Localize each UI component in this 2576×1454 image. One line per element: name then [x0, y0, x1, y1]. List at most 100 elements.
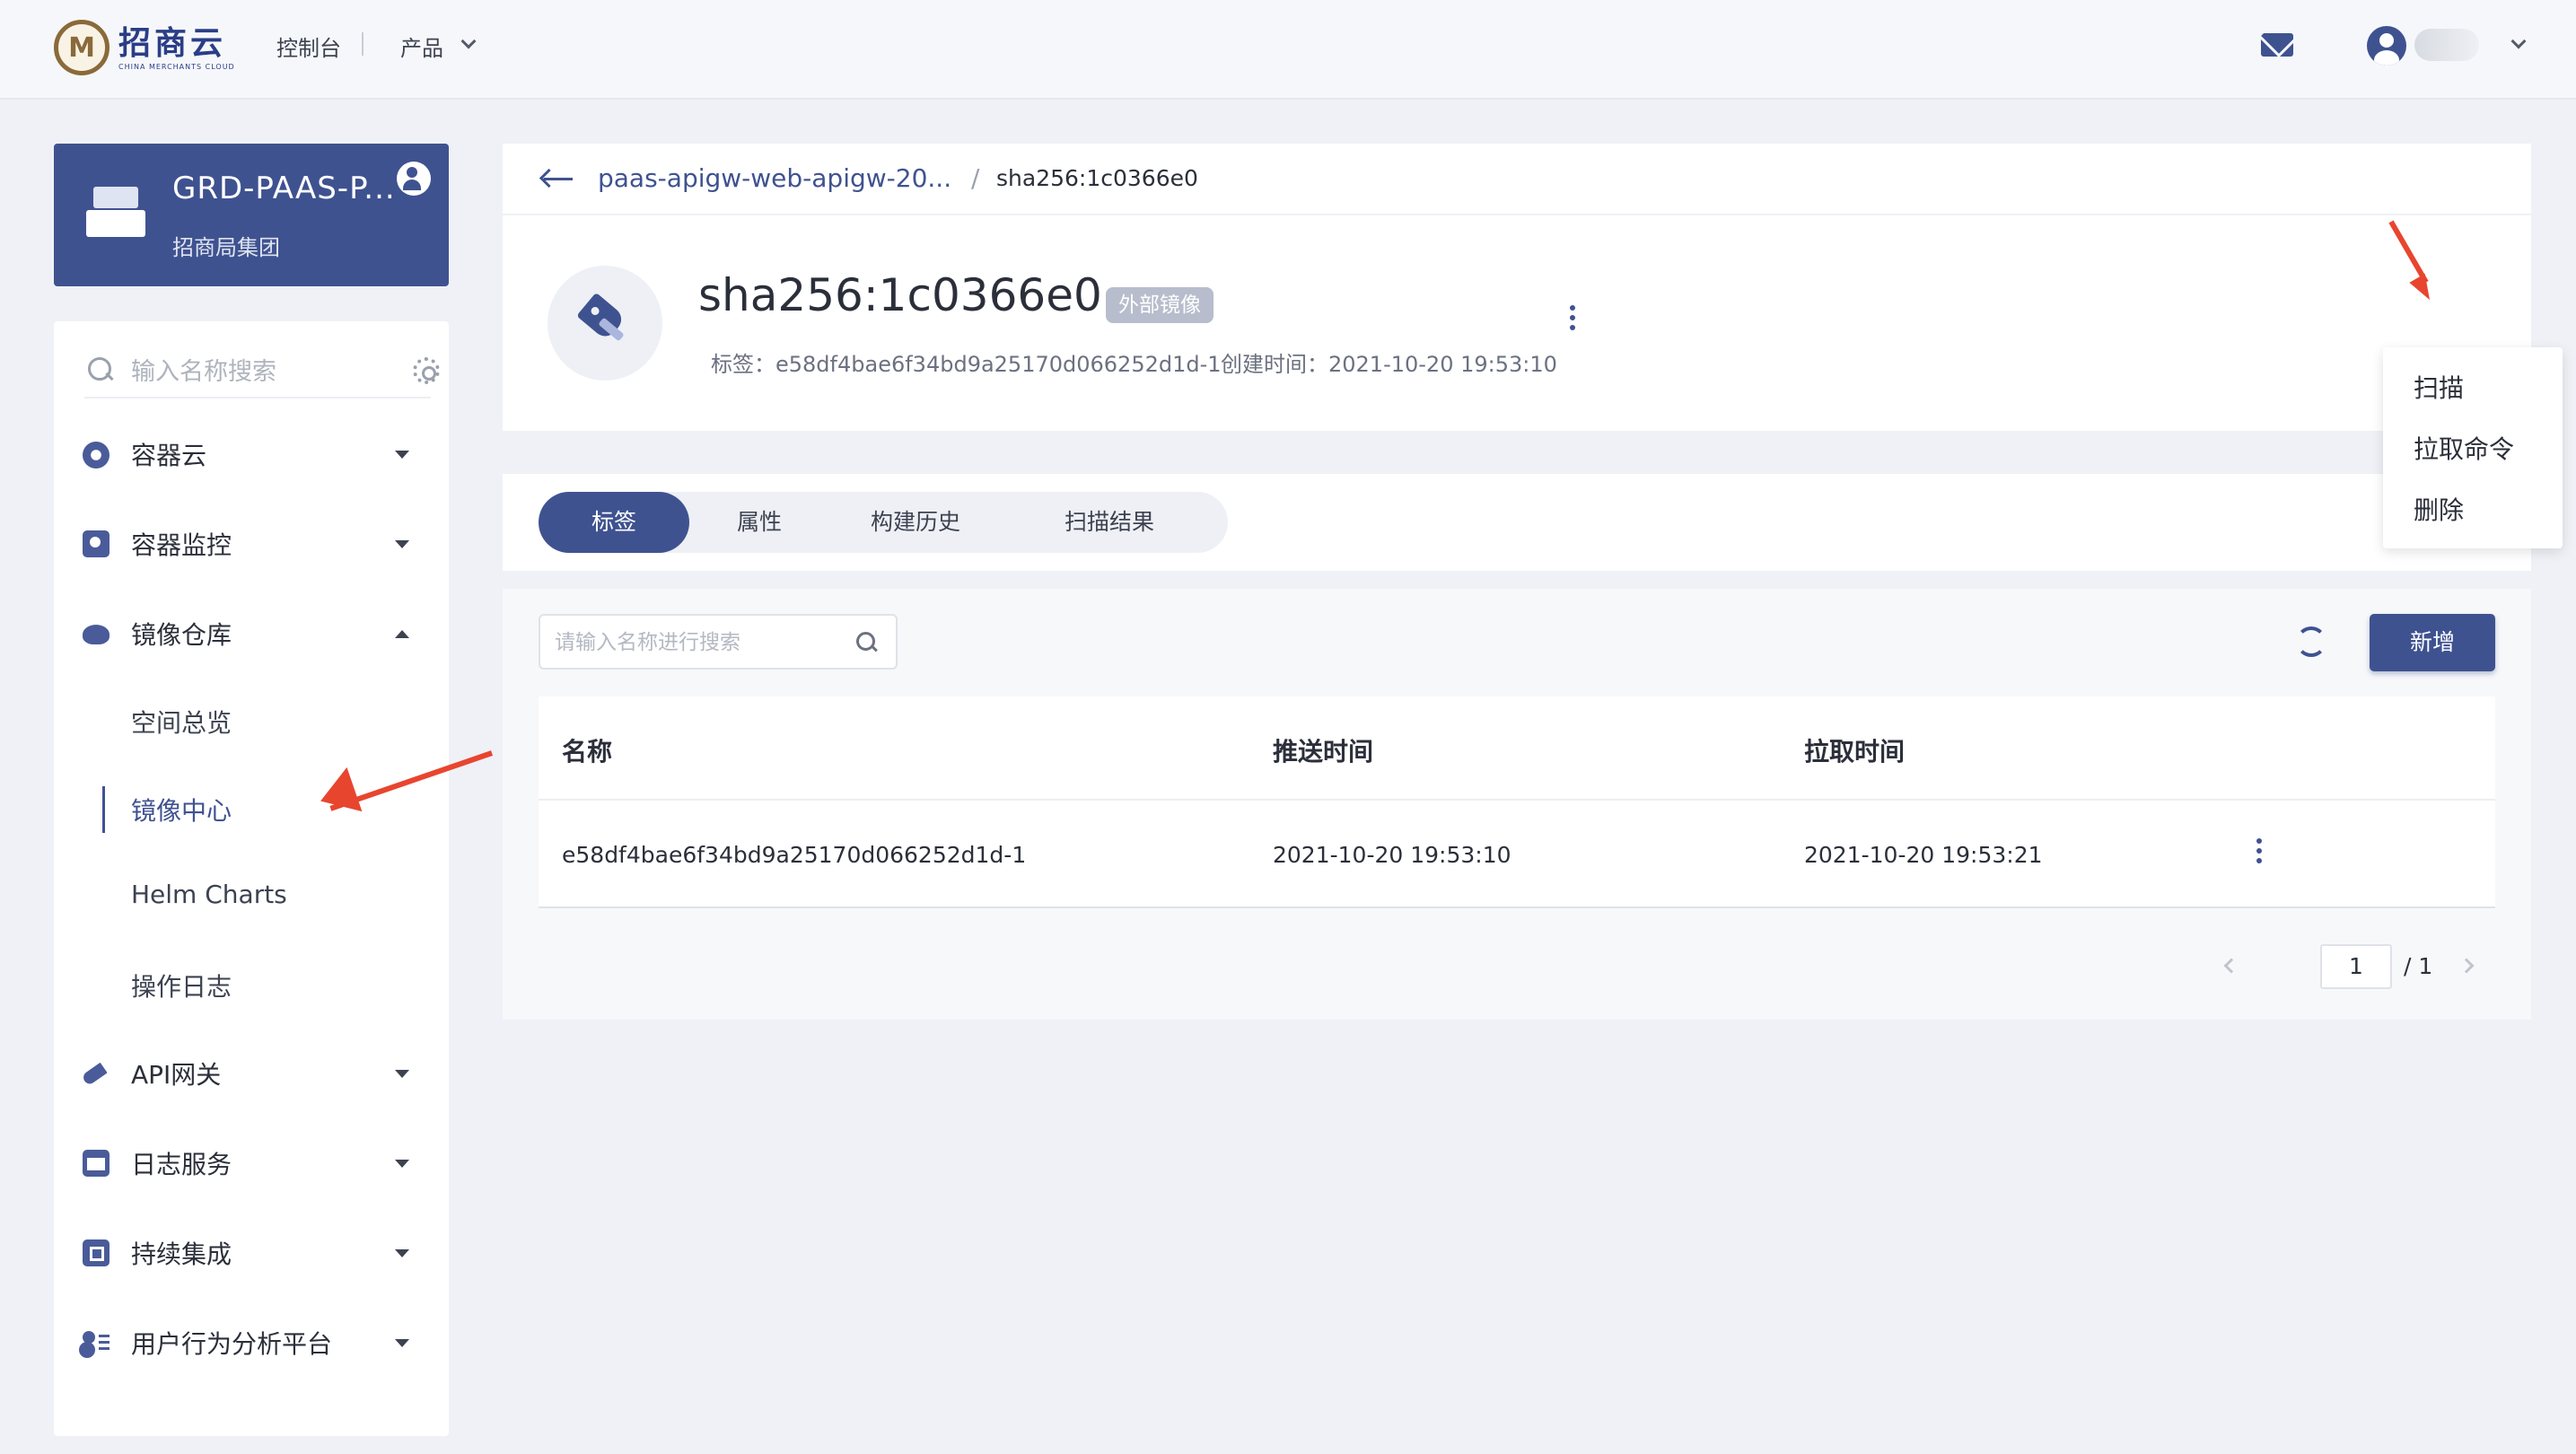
logo-cn: 招商云 [118, 23, 227, 62]
sidebar-item-log-service[interactable]: 日志服务 [54, 1136, 449, 1190]
product-menu[interactable]: 产品 [400, 31, 443, 62]
page-title: sha256:1c0366e0 [698, 269, 1102, 321]
cell-name: e58df4bae6f34bd9a25170d066252d1d-1 [562, 842, 1027, 868]
column-header-push-time: 推送时间 [1273, 737, 1374, 766]
caret-down-icon [395, 539, 409, 548]
more-actions-menu: 扫描 拉取命令 删除 [2383, 347, 2563, 548]
tag-icon [548, 266, 662, 381]
created-meta: 创建时间：2021-10-20 19:53:10 [1221, 352, 1557, 377]
table-search-input[interactable] [555, 628, 842, 657]
logo-text: 招商云 CHINA MERCHANTS CLOUD [118, 25, 235, 71]
menu-item-pull-command[interactable]: 拉取命令 [2414, 430, 2514, 466]
sidebar-item-label: 容器监控 [131, 530, 232, 560]
sidebar-item-user-analytics[interactable]: 用户行为分析平台 [54, 1316, 449, 1370]
breadcrumb: paas-apigw-web-apigw-20... / sha256:1c03… [503, 144, 2531, 215]
tab-scan-results[interactable]: 扫描结果 [1047, 492, 1172, 553]
sidebar-subitem-overview[interactable]: 空间总览 [131, 704, 232, 740]
logo-mark-icon: M [54, 20, 110, 75]
sidebar-subitem-operation-log[interactable]: 操作日志 [131, 968, 232, 1003]
cell-push-time: 2021-10-20 19:53:10 [1273, 842, 1511, 868]
tags-table: 名称 推送时间 拉取时间 e58df4bae6f34bd9a25170d0662… [539, 696, 2495, 908]
search-icon[interactable] [854, 630, 878, 653]
add-button[interactable]: 新增 [2370, 614, 2495, 671]
tab-tags[interactable]: 标签 [539, 492, 689, 553]
breadcrumb-separator: / [971, 163, 980, 193]
sidebar: 容器云 容器监控 镜像仓库 空间总览 镜像中心 Helm Charts 操作日志… [54, 321, 449, 1436]
tabs-pill: 标签 属性 构建历史 扫描结果 [539, 492, 1228, 553]
page-input[interactable]: 1 [2320, 944, 2392, 989]
tags-table-card: 新增 名称 推送时间 拉取时间 e58df4bae6f34bd9a25170d0… [503, 589, 2531, 1020]
sidebar-item-ci[interactable]: 持续集成 [54, 1226, 449, 1280]
whale-icon [83, 625, 110, 644]
column-header-name: 名称 [562, 737, 613, 766]
users-icon [83, 1329, 110, 1356]
tab-properties[interactable]: 属性 [714, 492, 804, 553]
sidebar-search [84, 348, 440, 399]
calendar-icon [83, 1150, 110, 1177]
caret-down-icon [395, 1159, 409, 1168]
back-arrow-icon[interactable] [544, 178, 573, 180]
table-row[interactable]: e58df4bae6f34bd9a25170d066252d1d-1 2021-… [539, 801, 2495, 908]
tabs-bar: 标签 属性 构建历史 扫描结果 [503, 474, 2531, 571]
sidebar-subitem-helm-charts[interactable]: Helm Charts [131, 880, 287, 909]
table-search [539, 614, 898, 670]
prev-page-icon[interactable] [2223, 958, 2239, 974]
user-menu-chevron-icon[interactable] [2510, 33, 2527, 49]
switch-user-icon[interactable] [397, 162, 431, 196]
logo-en: CHINA MERCHANTS CLOUD [118, 62, 235, 71]
project-card[interactable]: GRD-PAAS-P... 招商局集团 [54, 144, 449, 286]
ci-icon [83, 1239, 110, 1266]
user-avatar-icon[interactable] [2367, 26, 2406, 66]
sidebar-item-label: 容器云 [131, 441, 207, 470]
user-name-redacted[interactable] [2414, 29, 2479, 61]
column-header-pull-time: 拉取时间 [1804, 737, 1906, 766]
sidebar-item-container-cloud[interactable]: 容器云 [54, 427, 449, 481]
pagination: 1 / 1 [503, 941, 2531, 994]
search-icon [88, 357, 113, 382]
table-header-row: 名称 推送时间 拉取时间 [539, 696, 2495, 801]
sidebar-item-api-gateway[interactable]: API网关 [54, 1047, 449, 1100]
project-name: GRD-PAAS-P... [172, 171, 396, 206]
sidebar-item-label: 日志服务 [131, 1150, 232, 1179]
status-badge: 外部镜像 [1106, 287, 1214, 323]
hexagon-icon [83, 442, 110, 469]
sidebar-item-label: 镜像仓库 [131, 620, 232, 650]
top-bar: M 招商云 CHINA MERCHANTS CLOUD 控制台 产品 [0, 0, 2576, 100]
logo[interactable]: M 招商云 CHINA MERCHANTS CLOUD [54, 20, 235, 75]
row-actions-icon[interactable] [2256, 838, 2264, 863]
page-total: / 1 [2404, 953, 2433, 979]
sidebar-subitem-image-center[interactable]: 镜像中心 [131, 792, 232, 828]
tag-meta: 标签：e58df4bae6f34bd9a25170d066252d1d-1 [711, 352, 1222, 377]
image-header: sha256:1c0366e0 外部镜像 标签：e58df4bae6f34bd9… [503, 215, 2531, 431]
rocket-icon [81, 1062, 108, 1087]
project-icon [86, 187, 145, 239]
sidebar-item-label: 持续集成 [131, 1239, 232, 1269]
sidebar-item-container-monitor[interactable]: 容器监控 [54, 517, 449, 571]
more-actions-icon[interactable] [1570, 305, 1577, 330]
menu-item-delete[interactable]: 删除 [2414, 491, 2464, 527]
top-divider [362, 32, 364, 56]
breadcrumb-parent-link[interactable]: paas-apigw-web-apigw-20... [598, 163, 951, 193]
sidebar-item-image-repo[interactable]: 镜像仓库 [54, 607, 449, 661]
caret-up-icon [395, 629, 409, 638]
sidebar-item-label: 用户行为分析平台 [131, 1329, 333, 1359]
console-link[interactable]: 控制台 [276, 31, 341, 62]
caret-down-icon [395, 450, 409, 459]
caret-down-icon [395, 1248, 409, 1257]
chevron-down-icon[interactable] [460, 33, 477, 49]
caret-down-icon [395, 1069, 409, 1078]
menu-item-scan[interactable]: 扫描 [2414, 369, 2464, 405]
gear-icon[interactable] [413, 357, 440, 384]
monitor-icon [83, 530, 110, 557]
next-page-icon[interactable] [2458, 958, 2475, 974]
active-indicator [102, 786, 105, 833]
mail-icon[interactable] [2261, 33, 2293, 57]
breadcrumb-current: sha256:1c0366e0 [996, 165, 1198, 191]
sidebar-search-input[interactable] [131, 354, 373, 390]
caret-down-icon [395, 1338, 409, 1347]
project-group: 招商局集团 [172, 235, 280, 260]
tab-build-history[interactable]: 构建历史 [853, 492, 978, 553]
sidebar-item-label: API网关 [131, 1060, 222, 1090]
cell-pull-time: 2021-10-20 19:53:21 [1804, 842, 2043, 868]
refresh-icon[interactable] [2296, 626, 2326, 657]
